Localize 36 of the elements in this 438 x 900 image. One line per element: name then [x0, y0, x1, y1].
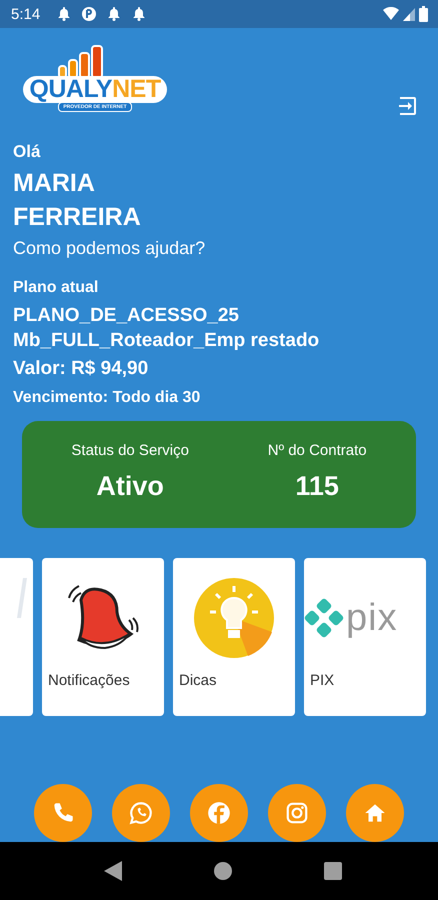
- service-label: Status do Serviço: [71, 442, 189, 459]
- help-prompt: Como podemos ajudar?: [13, 238, 206, 259]
- tile-label: Notificações: [47, 672, 131, 689]
- greeting-text: Olá: [13, 142, 42, 162]
- service-label: Nº do Contrato: [268, 442, 367, 459]
- status-time: 5:14: [11, 6, 40, 22]
- pix-logo-text: pix: [346, 596, 398, 640]
- shortcut-tile[interactable]: Notificações: [42, 558, 164, 716]
- tile-label: PIX: [309, 672, 336, 689]
- service-value: 115: [295, 471, 339, 502]
- bell-icon: [106, 6, 122, 22]
- battery-icon: [419, 6, 428, 22]
- due-date: Vencimento: Todo dia 30: [13, 389, 202, 407]
- shortcut-tile[interactable]: pix PIX: [304, 558, 426, 716]
- recents-icon: [324, 862, 342, 880]
- circle-icon: [81, 6, 98, 22]
- graphic-icon: [17, 578, 27, 618]
- back-icon: [104, 861, 122, 881]
- signal-icon: [403, 7, 415, 21]
- wifi-icon: [383, 7, 399, 21]
- diamond-icon: [304, 598, 344, 638]
- logo-name: QUALYNET: [23, 76, 167, 103]
- user-name: MARIA FERREIRA: [13, 168, 142, 233]
- lightbulb-icon: [194, 578, 274, 658]
- shortcut-tile[interactable]: Dicas: [173, 558, 295, 716]
- tile-label: Dicas: [178, 672, 218, 689]
- plan-label: Plano atual: [13, 279, 100, 297]
- service-value: Ativo: [96, 471, 164, 502]
- plan-name: PLANO_DE_ACESSO_25 Mb_FULL_Roteador_Emp restado: [13, 304, 320, 353]
- facebook-icon: [206, 800, 232, 826]
- chat-bubble-icon: [128, 800, 154, 826]
- instagram-icon: [284, 800, 310, 826]
- bell-icon: [56, 6, 72, 22]
- bell-icon: [131, 6, 148, 22]
- plan-price: Valor: R$ 94,90: [13, 358, 150, 380]
- home-icon: [214, 862, 232, 880]
